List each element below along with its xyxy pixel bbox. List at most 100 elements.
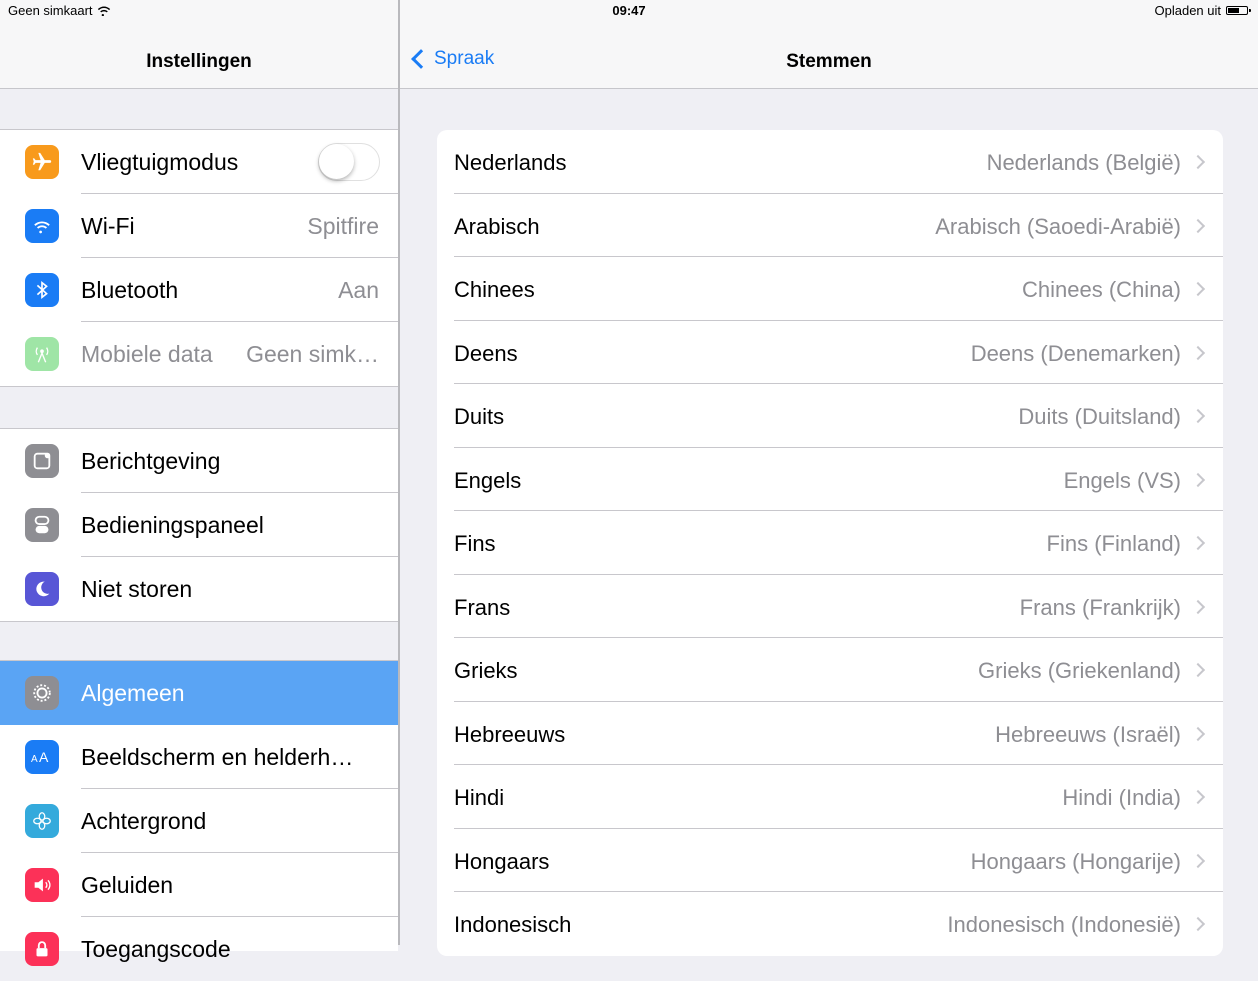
airplane-icon [25, 145, 59, 179]
voice-language-label: Engels [454, 467, 522, 493]
voice-selection-value: Chinees (China) [1022, 277, 1181, 302]
sidebar-item-label: Niet storen [81, 575, 193, 602]
chevron-right-icon [1190, 916, 1206, 932]
sidebar-item-display-brightness[interactable]: AA Beeldscherm en helderh… [0, 725, 398, 789]
voice-selection-value: Hindi (India) [1062, 785, 1181, 810]
voice-selection-value: Hebreeuws (Israël) [995, 721, 1181, 747]
sidebar-item-label: Achtergrond [81, 807, 207, 834]
sidebar-item-general[interactable]: Algemeen [0, 661, 398, 725]
voice-row[interactable]: Deens Deens (Denemarken) [437, 321, 1223, 384]
lock-icon [25, 932, 59, 966]
voice-row[interactable]: Nederlands Nederlands (België) [437, 130, 1223, 194]
wifi-icon [25, 209, 59, 243]
sidebar-item-wallpaper[interactable]: Achtergrond [0, 789, 398, 853]
voice-row[interactable]: Hebreeuws Hebreeuws (Israël) [437, 702, 1223, 765]
chevron-right-icon [1190, 218, 1206, 233]
antenna-icon [25, 337, 59, 371]
voice-row[interactable]: Hongaars Hongaars (Hongarije) [437, 829, 1223, 892]
control-center-icon [25, 508, 59, 542]
sidebar-item-control-center[interactable]: Bedieningspaneel [0, 493, 398, 557]
sidebar-item-notifications[interactable]: Berichtgeving [0, 429, 398, 493]
sidebar-item-label: Beeldscherm en helderh… [81, 743, 354, 770]
wifi-network-value: Spitfire [307, 212, 379, 239]
text-size-icon: AA [25, 740, 59, 774]
voice-language-label: Frans [454, 594, 511, 620]
voice-selection-value: Hongaars (Hongarije) [970, 848, 1181, 874]
chevron-right-icon [1190, 599, 1206, 614]
voice-row[interactable]: Arabisch Arabisch (Saoedi-Arabië) [437, 194, 1223, 257]
sidebar-item-do-not-disturb[interactable]: Niet storen [0, 557, 398, 621]
charging-text: Opladen uit [1154, 3, 1222, 18]
voice-selection-value: Nederlands (België) [986, 150, 1181, 175]
voice-language-label: Hindi [454, 785, 505, 810]
notifications-icon [25, 444, 59, 478]
settings-sidebar: Instellingen Vliegtuigmodus Wi-Fi Spitfi… [0, 0, 398, 966]
chevron-right-icon [1190, 853, 1206, 868]
bluetooth-state-value: Aan [338, 276, 379, 303]
sidebar-item-label: Berichtgeving [81, 447, 221, 474]
sidebar-item-label: Mobiele data [81, 340, 213, 367]
moon-icon [25, 572, 59, 606]
voice-selection-value: Arabisch (Saoedi-Arabië) [935, 213, 1181, 239]
sidebar-group-general: Algemeen AA Beeldscherm en helderh… Acht… [0, 660, 398, 966]
sidebar-item-label: Toegangscode [81, 935, 231, 962]
voice-selection-value: Engels (VS) [1063, 467, 1181, 493]
chevron-right-icon [1190, 408, 1206, 424]
wallpaper-icon [25, 804, 59, 838]
sidebar-item-airplane-mode[interactable]: Vliegtuigmodus [0, 130, 398, 194]
chevron-right-icon [1190, 281, 1206, 297]
voice-selection-value: Duits (Duitsland) [1018, 404, 1181, 429]
sidebar-item-bluetooth[interactable]: Bluetooth Aan [0, 258, 398, 322]
voice-row[interactable]: Engels Engels (VS) [437, 448, 1223, 511]
sidebar-item-label: Bedieningspaneel [81, 511, 264, 538]
voice-row[interactable]: Chinees Chinees (China) [437, 257, 1223, 321]
sidebar-group-connectivity: Vliegtuigmodus Wi-Fi Spitfire Bluetooth … [0, 129, 398, 387]
sidebar-item-mobile-data: Mobiele data Geen simk… [0, 322, 398, 386]
sidebar-title: Instellingen [146, 51, 252, 72]
svg-text:A: A [39, 749, 49, 765]
airplane-mode-toggle[interactable] [318, 143, 380, 181]
chevron-right-icon [1190, 154, 1206, 170]
sidebar-item-label: Wi-Fi [81, 212, 135, 239]
voice-language-label: Grieks [454, 658, 518, 683]
voice-language-label: Nederlands [454, 150, 567, 175]
chevron-right-icon [1190, 345, 1206, 360]
toggle-knob [319, 144, 354, 179]
bluetooth-icon [25, 273, 59, 307]
voice-language-label: Fins [454, 531, 496, 556]
battery-icon [1226, 6, 1251, 15]
status-time: 09:47 [612, 3, 646, 18]
voice-row[interactable]: Frans Frans (Frankrijk) [437, 575, 1223, 638]
voice-selection-value: Grieks (Griekenland) [978, 658, 1181, 683]
voice-language-label: Deens [454, 340, 518, 366]
voices-detail-pane: Spraak Stemmen Nederlands Nederlands (Bel… [400, 0, 1258, 956]
voice-row[interactable]: Grieks Grieks (Griekenland) [437, 638, 1223, 702]
voice-row[interactable]: Fins Fins (Finland) [437, 511, 1223, 575]
voice-row[interactable]: Hindi Hindi (India) [437, 765, 1223, 829]
svg-text:A: A [31, 754, 38, 765]
sidebar-item-passcode[interactable]: Toegangscode [0, 917, 398, 981]
voices-list: Nederlands Nederlands (België) Arabisch Ara… [437, 130, 1223, 956]
voice-selection-value: Fins (Finland) [1046, 531, 1181, 556]
sidebar-item-label: Algemeen [81, 679, 185, 706]
chevron-right-icon [1190, 662, 1206, 678]
sidebar-item-sounds[interactable]: Geluiden [0, 853, 398, 917]
chevron-right-icon [1190, 726, 1206, 741]
sidebar-item-label: Bluetooth [81, 276, 179, 303]
sidebar-item-label: Geluiden [81, 871, 174, 898]
detail-title: Stemmen [786, 51, 872, 72]
voice-language-label: Arabisch [454, 213, 540, 239]
voice-language-label: Indonesisch [454, 912, 572, 937]
gear-icon [25, 676, 59, 710]
chevron-right-icon [1190, 535, 1206, 551]
voice-language-label: Hebreeuws [454, 721, 566, 747]
sidebar-item-wifi[interactable]: Wi-Fi Spitfire [0, 194, 398, 258]
voice-selection-value: Frans (Frankrijk) [1019, 594, 1181, 620]
sidebar-group-notifications: Berichtgeving Bedieningspaneel Niet stor… [0, 428, 398, 622]
voice-language-label: Duits [454, 404, 505, 429]
voice-row[interactable]: Duits Duits (Duitsland) [437, 384, 1223, 448]
voice-row[interactable]: Indonesisch Indonesisch (Indonesië) [437, 892, 1223, 956]
mobile-data-value: Geen simk… [246, 340, 379, 367]
sidebar-item-label: Vliegtuigmodus [81, 148, 239, 175]
voice-selection-value: Deens (Denemarken) [970, 340, 1181, 366]
